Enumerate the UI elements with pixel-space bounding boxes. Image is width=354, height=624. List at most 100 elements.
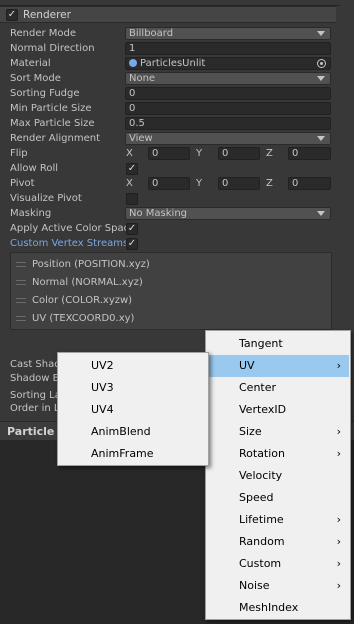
menu-item-velocity[interactable]: Velocity bbox=[207, 465, 349, 487]
menu-item-rotation[interactable]: Rotation › bbox=[207, 443, 349, 465]
material-icon bbox=[129, 59, 137, 67]
material-object-field[interactable]: ParticlesUnlit bbox=[125, 57, 331, 70]
visualize-pivot-label: Visualize Pivot bbox=[10, 193, 82, 204]
render-mode-row: Render Mode Billboard bbox=[10, 27, 332, 41]
min-particle-size-label: Min Particle Size bbox=[10, 103, 92, 114]
menu-item-random[interactable]: Random › bbox=[207, 531, 349, 553]
chevron-down-icon bbox=[317, 211, 325, 216]
menu-item-noise[interactable]: Noise › bbox=[207, 575, 349, 597]
list-item[interactable]: Color (COLOR.xyzw) bbox=[11, 291, 132, 309]
flip-z-label[interactable]: Z bbox=[266, 147, 273, 161]
render-mode-value: Billboard bbox=[129, 28, 174, 39]
render-alignment-label: Render Alignment bbox=[10, 133, 101, 144]
custom-vertex-streams-checkbox[interactable]: ✓ bbox=[126, 238, 138, 250]
menu-item-size[interactable]: Size › bbox=[207, 421, 349, 443]
menu-item-uv3[interactable]: UV3 bbox=[59, 377, 207, 399]
chevron-right-icon: › bbox=[336, 535, 341, 548]
stream-label: Normal (NORMAL.xyz) bbox=[32, 276, 143, 288]
material-value: ParticlesUnlit bbox=[140, 58, 206, 69]
menu-item-speed[interactable]: Speed bbox=[207, 487, 349, 509]
stream-label: UV (TEXCOORD0.xy) bbox=[32, 312, 135, 324]
min-particle-size-row: Min Particle Size 0 bbox=[10, 102, 332, 116]
apply-active-color-space-label: Apply Active Color Spac bbox=[10, 223, 126, 234]
pivot-z-input[interactable]: 0 bbox=[288, 177, 331, 190]
chevron-right-icon: › bbox=[336, 557, 341, 570]
sort-mode-row: Sort Mode None bbox=[10, 72, 332, 86]
menu-item-animframe[interactable]: AnimFrame bbox=[59, 443, 207, 465]
normal-direction-input[interactable]: 1 bbox=[125, 42, 331, 55]
uv-submenu: UV2 UV3 UV4 AnimBlend AnimFrame bbox=[57, 352, 209, 466]
masking-row: Masking No Masking bbox=[10, 207, 332, 221]
chevron-right-icon: › bbox=[336, 447, 341, 460]
object-picker-icon[interactable] bbox=[317, 59, 326, 68]
cast-shadows-label: Cast Shad bbox=[10, 359, 61, 370]
order-in-layer-label: Order in L bbox=[10, 403, 60, 414]
pivot-x-label[interactable]: X bbox=[126, 177, 133, 191]
vertex-streams-list: Position (POSITION.xyz) Normal (NORMAL.x… bbox=[10, 252, 332, 330]
masking-value: No Masking bbox=[129, 208, 187, 219]
allow-roll-label: Allow Roll bbox=[10, 163, 59, 174]
renderer-module-header[interactable]: ✓ Renderer bbox=[0, 6, 336, 23]
menu-item-uv2[interactable]: UV2 bbox=[59, 355, 207, 377]
apply-active-color-space-checkbox[interactable]: ✓ bbox=[126, 223, 138, 235]
chevron-right-icon: › bbox=[336, 425, 341, 438]
renderer-enabled-checkbox[interactable]: ✓ bbox=[6, 8, 18, 21]
sorting-layer-label: Sorting La bbox=[10, 390, 61, 401]
masking-dropdown[interactable]: No Masking bbox=[125, 207, 331, 220]
menu-item-animblend[interactable]: AnimBlend bbox=[59, 421, 207, 443]
list-item[interactable]: Normal (NORMAL.xyz) bbox=[11, 273, 143, 291]
menu-item-center[interactable]: Center bbox=[207, 377, 349, 399]
menu-item-meshindex[interactable]: MeshIndex bbox=[207, 597, 349, 619]
flip-y-label[interactable]: Y bbox=[196, 147, 202, 161]
material-label: Material bbox=[10, 58, 51, 69]
max-particle-size-input[interactable]: 0.5 bbox=[125, 117, 331, 130]
menu-item-uv[interactable]: UV › bbox=[207, 355, 349, 377]
apply-active-color-space-row: Apply Active Color Spac ✓ bbox=[10, 222, 332, 236]
renderer-title: Renderer bbox=[23, 8, 71, 21]
drag-handle-icon[interactable] bbox=[16, 315, 26, 321]
min-particle-size-input[interactable]: 0 bbox=[125, 102, 331, 115]
chevron-right-icon: › bbox=[336, 513, 341, 526]
stream-label: Position (POSITION.xyz) bbox=[32, 258, 150, 270]
menu-item-uv4[interactable]: UV4 bbox=[59, 399, 207, 421]
drag-handle-icon[interactable] bbox=[16, 261, 26, 267]
render-mode-label: Render Mode bbox=[10, 28, 77, 39]
sorting-fudge-input[interactable]: 0 bbox=[125, 87, 331, 100]
flip-label: Flip bbox=[10, 148, 28, 159]
flip-x-label[interactable]: X bbox=[126, 147, 133, 161]
list-item[interactable]: UV (TEXCOORD0.xy) bbox=[11, 309, 134, 327]
chevron-down-icon bbox=[317, 76, 325, 81]
chevron-down-icon bbox=[317, 136, 325, 141]
masking-label: Masking bbox=[10, 208, 52, 219]
normal-direction-label: Normal Direction bbox=[10, 43, 95, 54]
menu-item-tangent[interactable]: Tangent bbox=[207, 333, 349, 355]
flip-z-input[interactable]: 0 bbox=[288, 147, 331, 160]
render-alignment-dropdown[interactable]: View bbox=[125, 132, 331, 145]
sorting-fudge-row: Sorting Fudge 0 bbox=[10, 87, 332, 101]
pivot-z-label[interactable]: Z bbox=[266, 177, 273, 191]
pivot-y-label[interactable]: Y bbox=[196, 177, 202, 191]
render-mode-dropdown[interactable]: Billboard bbox=[125, 27, 331, 40]
pivot-y-input[interactable]: 0 bbox=[218, 177, 260, 190]
menu-item-lifetime[interactable]: Lifetime › bbox=[207, 509, 349, 531]
sort-mode-value: None bbox=[129, 73, 156, 84]
flip-x-input[interactable]: 0 bbox=[148, 147, 190, 160]
stream-label: Color (COLOR.xyzw) bbox=[32, 294, 133, 306]
drag-handle-icon[interactable] bbox=[16, 279, 26, 285]
custom-vertex-streams-row: Custom Vertex Streams ✓ bbox=[10, 237, 332, 251]
vertex-stream-menu: Tangent UV › Center VertexID Size › Rotati… bbox=[205, 330, 351, 620]
flip-y-input[interactable]: 0 bbox=[218, 147, 260, 160]
max-particle-size-label: Max Particle Size bbox=[10, 118, 95, 129]
render-alignment-value: View bbox=[129, 133, 153, 144]
visualize-pivot-row: Visualize Pivot bbox=[10, 192, 332, 206]
pivot-x-input[interactable]: 0 bbox=[148, 177, 190, 190]
menu-item-custom[interactable]: Custom › bbox=[207, 553, 349, 575]
drag-handle-icon[interactable] bbox=[16, 297, 26, 303]
list-item[interactable]: Position (POSITION.xyz) bbox=[11, 255, 150, 273]
sort-mode-dropdown[interactable]: None bbox=[125, 72, 331, 85]
particle-bar-label: Particle bbox=[7, 424, 55, 438]
allow-roll-row: Allow Roll ✓ bbox=[10, 162, 332, 176]
visualize-pivot-checkbox[interactable] bbox=[126, 193, 138, 205]
menu-item-vertexid[interactable]: VertexID bbox=[207, 399, 349, 421]
allow-roll-checkbox[interactable]: ✓ bbox=[126, 163, 138, 175]
